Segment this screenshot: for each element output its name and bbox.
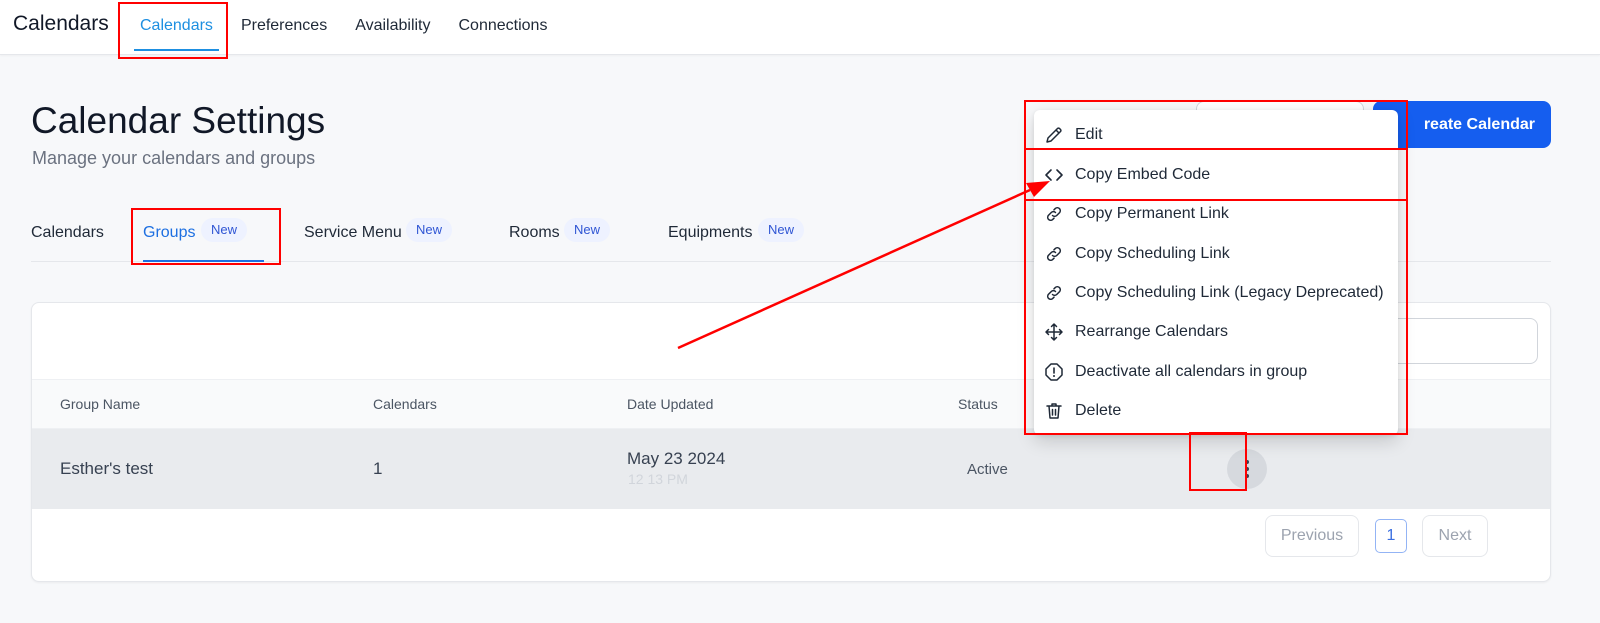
link-icon bbox=[1046, 206, 1062, 222]
column-header-calendars: Calendars bbox=[373, 396, 437, 412]
subtab-groups[interactable]: Groups New bbox=[143, 210, 264, 262]
status-badge: Active bbox=[967, 461, 1008, 478]
page-title: Calendar Settings bbox=[31, 100, 326, 141]
time-updated-cell: 12 13 PM bbox=[628, 471, 688, 487]
pagination-previous-button[interactable]: Previous bbox=[1265, 515, 1359, 557]
subtab-service-menu-label: Service Menu bbox=[304, 224, 402, 241]
topnav-tab-connections[interactable]: Connections bbox=[445, 0, 562, 52]
date-updated-cell: May 23 2024 bbox=[627, 449, 726, 468]
subtab-rooms[interactable]: Rooms New bbox=[509, 210, 619, 262]
create-calendar-button[interactable]: reate Calendar bbox=[1373, 101, 1551, 148]
pagination-next-button[interactable]: Next bbox=[1422, 515, 1488, 557]
column-header-group-name: Group Name bbox=[60, 396, 141, 412]
subtab-groups-label: Groups bbox=[143, 224, 196, 241]
table-row[interactable]: Esther's test 1 May 23 2024 12 13 PM Act… bbox=[32, 429, 1550, 509]
topnav-tab-calendars[interactable]: Calendars bbox=[126, 0, 227, 52]
code-icon bbox=[1045, 169, 1063, 181]
new-badge: New bbox=[564, 218, 611, 242]
menu-item-copy-permanent-link[interactable]: Copy Permanent Link bbox=[1034, 194, 1398, 234]
menu-item-label: Rearrange Calendars bbox=[1075, 323, 1228, 340]
subtab-calendars-label: Calendars bbox=[31, 224, 104, 241]
top-navigation-bar: Calendars Calendars Preferences Availabi… bbox=[0, 0, 1600, 55]
menu-item-copy-scheduling-link-legacy[interactable]: Copy Scheduling Link (Legacy Deprecated) bbox=[1034, 273, 1398, 313]
menu-item-label: Edit bbox=[1075, 126, 1103, 143]
menu-item-label: Copy Scheduling Link bbox=[1075, 245, 1230, 262]
new-badge: New bbox=[201, 218, 248, 242]
trash-icon bbox=[1046, 403, 1062, 419]
menu-item-copy-embed-code[interactable]: Copy Embed Code bbox=[1034, 155, 1398, 195]
link-icon bbox=[1046, 246, 1062, 262]
column-header-status: Status bbox=[958, 396, 998, 412]
subtab-service-menu[interactable]: Service Menu New bbox=[304, 210, 459, 262]
page-subtitle: Manage your calendars and groups bbox=[32, 148, 316, 168]
calendars-count-cell: 1 bbox=[373, 459, 383, 478]
menu-item-edit[interactable]: Edit bbox=[1034, 115, 1398, 155]
subtab-calendars[interactable]: Calendars bbox=[31, 210, 104, 262]
menu-item-delete[interactable]: Delete bbox=[1034, 391, 1398, 431]
pagination-page-1[interactable]: 1 bbox=[1375, 519, 1407, 553]
pencil-icon bbox=[1046, 127, 1062, 143]
topnav-tab-preferences[interactable]: Preferences bbox=[227, 0, 341, 52]
row-actions-menu: Edit Copy Embed Code Copy Permanent Link… bbox=[1034, 110, 1398, 435]
menu-item-label: Deactivate all calendars in group bbox=[1075, 363, 1308, 380]
menu-item-label: Copy Scheduling Link (Legacy Deprecated) bbox=[1075, 284, 1384, 301]
app-title: Calendars bbox=[13, 12, 109, 35]
link-icon bbox=[1046, 285, 1062, 301]
top-nav-tabs: Calendars Preferences Availability Conne… bbox=[126, 0, 561, 55]
column-header-date-updated: Date Updated bbox=[627, 396, 714, 412]
new-badge: New bbox=[758, 218, 805, 242]
group-name-cell: Esther's test bbox=[60, 459, 154, 478]
menu-item-deactivate-all[interactable]: Deactivate all calendars in group bbox=[1034, 352, 1398, 392]
menu-item-label: Copy Permanent Link bbox=[1075, 205, 1229, 222]
new-badge: New bbox=[406, 218, 453, 242]
menu-item-copy-scheduling-link[interactable]: Copy Scheduling Link bbox=[1034, 234, 1398, 274]
topnav-tab-availability[interactable]: Availability bbox=[341, 0, 444, 52]
menu-item-label: Delete bbox=[1075, 402, 1122, 419]
warning-octagon-icon bbox=[1045, 363, 1063, 381]
row-actions-kebab-button[interactable] bbox=[1227, 449, 1267, 489]
subtab-equipments[interactable]: Equipments New bbox=[668, 210, 813, 262]
move-icon bbox=[1045, 323, 1063, 341]
menu-item-label: Copy Embed Code bbox=[1075, 166, 1211, 183]
menu-item-rearrange-calendars[interactable]: Rearrange Calendars bbox=[1034, 312, 1398, 352]
subtab-rooms-label: Rooms bbox=[509, 224, 560, 241]
subtab-equipments-label: Equipments bbox=[668, 224, 753, 241]
more-vertical-icon bbox=[1245, 460, 1249, 478]
